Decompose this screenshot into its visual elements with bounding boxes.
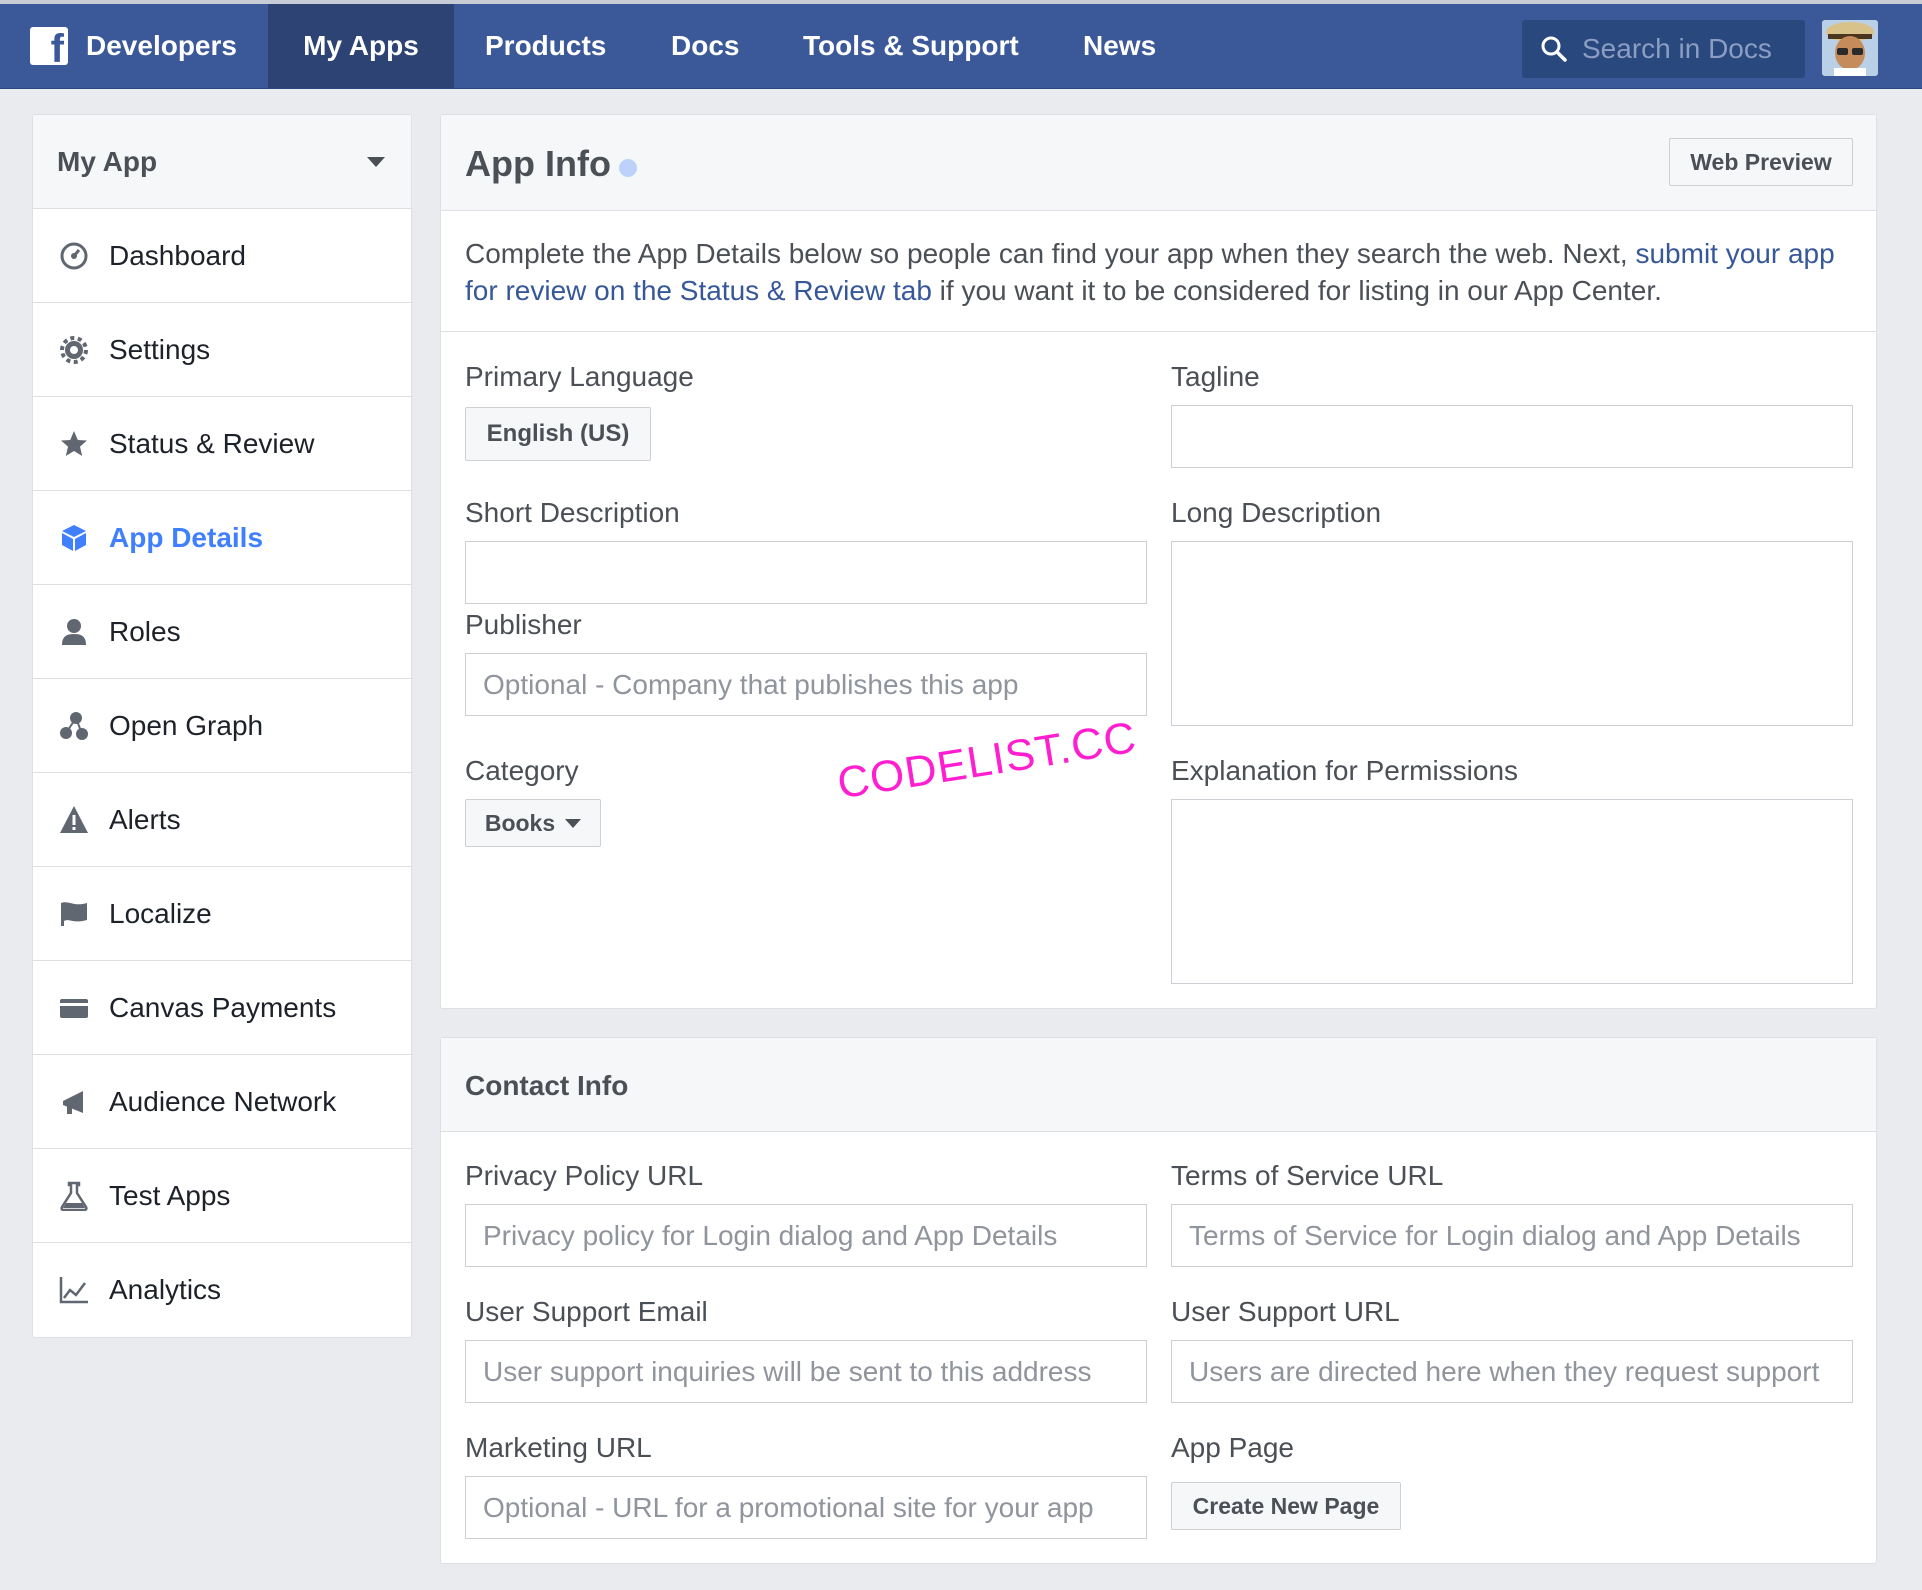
sidebar-item-open-graph[interactable]: Open Graph <box>33 679 411 773</box>
developers-home-link[interactable]: f Developers <box>30 26 237 66</box>
cube-icon <box>59 523 89 553</box>
sidebar-item-label: Dashboard <box>109 239 246 271</box>
flag-icon <box>59 899 89 929</box>
search-input[interactable] <box>1582 33 1792 65</box>
nav-news[interactable]: News <box>1083 4 1156 88</box>
open-graph-icon <box>59 711 89 741</box>
long-description-label: Long Description <box>1171 497 1382 528</box>
star-icon <box>59 429 89 459</box>
divider <box>441 331 1876 332</box>
contact-info-panel: Contact Info Privacy Policy URL Terms of… <box>440 1037 1877 1564</box>
sidebar-item-label: Alerts <box>109 803 181 835</box>
dashboard-icon <box>59 241 89 271</box>
facebook-logo-icon: f <box>30 27 68 65</box>
chevron-down-icon <box>565 818 582 828</box>
terms-of-service-label: Terms of Service URL <box>1171 1160 1444 1191</box>
gear-icon <box>59 335 89 365</box>
publisher-input[interactable] <box>465 653 1147 716</box>
avatar-image-icon <box>1822 20 1878 76</box>
short-description-input[interactable] <box>465 541 1147 604</box>
megaphone-icon <box>59 1087 89 1117</box>
sidebar-item-label: Test Apps <box>109 1179 231 1211</box>
chevron-down-icon <box>367 157 385 167</box>
app-name: My App <box>57 145 158 177</box>
nav-products[interactable]: Products <box>485 4 606 88</box>
sidebar-item-label: Localize <box>109 897 212 929</box>
privacy-policy-input[interactable] <box>465 1204 1147 1267</box>
sidebar-item-audience-network[interactable]: Audience Network <box>33 1055 411 1149</box>
sidebar-item-label: Status & Review <box>109 427 315 459</box>
sidebar-item-label: Canvas Payments <box>109 991 337 1023</box>
user-support-email-input[interactable] <box>465 1340 1147 1403</box>
privacy-policy-label: Privacy Policy URL <box>465 1160 704 1191</box>
intro-text-end: if you want it to be considered for list… <box>931 275 1662 306</box>
sidebar-item-status-review[interactable]: Status & Review <box>33 397 411 491</box>
primary-language-button[interactable]: English (US) <box>465 407 651 461</box>
nav-docs[interactable]: Docs <box>671 4 739 88</box>
nav-tools-support[interactable]: Tools & Support <box>803 4 1019 88</box>
contact-info-header: Contact Info <box>441 1038 1876 1132</box>
app-info-panel: App Info Web Preview Complete the App De… <box>440 114 1877 1009</box>
warning-icon <box>59 805 89 835</box>
user-avatar[interactable] <box>1822 20 1878 76</box>
web-preview-button[interactable]: Web Preview <box>1669 138 1853 186</box>
sidebar-item-analytics[interactable]: Analytics <box>33 1243 411 1337</box>
person-icon <box>59 617 89 647</box>
sidebar-item-localize[interactable]: Localize <box>33 867 411 961</box>
section-title: Contact Info <box>465 1070 629 1101</box>
sidebar-item-settings[interactable]: Settings <box>33 303 411 397</box>
terms-of-service-input[interactable] <box>1171 1204 1853 1267</box>
sidebar-item-label: Analytics <box>109 1274 222 1305</box>
sidebar-item-label: Roles <box>109 615 181 647</box>
user-support-url-label: User Support URL <box>1171 1296 1400 1327</box>
credit-card-icon <box>59 993 89 1023</box>
chart-icon <box>59 1275 89 1305</box>
intro-text: Complete the App Details below so people… <box>465 235 1865 309</box>
app-info-header: App Info Web Preview <box>441 115 1876 211</box>
status-dot-icon <box>619 159 637 177</box>
sidebar-item-label: Open Graph <box>109 709 264 741</box>
tagline-input[interactable] <box>1171 405 1853 468</box>
sidebar-item-label: Audience Network <box>109 1085 337 1117</box>
tagline-label: Tagline <box>1171 361 1260 392</box>
category-label: Category <box>465 755 579 786</box>
publisher-label: Publisher <box>465 609 582 640</box>
create-new-page-button[interactable]: Create New Page <box>1171 1482 1401 1530</box>
permissions-textarea[interactable] <box>1171 799 1853 984</box>
sidebar-item-app-details[interactable]: App Details <box>33 491 411 585</box>
app-page-label: App Page <box>1171 1432 1294 1463</box>
nav-my-apps[interactable]: My Apps <box>268 4 454 88</box>
user-support-url-input[interactable] <box>1171 1340 1853 1403</box>
sidebar-item-dashboard[interactable]: Dashboard <box>33 209 411 303</box>
marketing-url-input[interactable] <box>465 1476 1147 1539</box>
search-box[interactable] <box>1522 20 1805 78</box>
search-icon <box>1541 36 1567 62</box>
short-description-label: Short Description <box>465 497 680 528</box>
sidebar-item-alerts[interactable]: Alerts <box>33 773 411 867</box>
intro-text-start: Complete the App Details below so people… <box>465 238 1636 269</box>
top-navigation-bar: f Developers My Apps Products Docs Tools… <box>0 0 1922 89</box>
sidebar-item-roles[interactable]: Roles <box>33 585 411 679</box>
flask-icon <box>59 1181 89 1211</box>
app-selector[interactable]: My App <box>33 115 411 209</box>
page-title: App Info <box>465 143 611 184</box>
marketing-url-label: Marketing URL <box>465 1432 652 1463</box>
primary-language-label: Primary Language <box>465 361 694 392</box>
sidebar-item-canvas-payments[interactable]: Canvas Payments <box>33 961 411 1055</box>
long-description-textarea[interactable] <box>1171 541 1853 726</box>
brand-label: Developers <box>86 30 237 61</box>
app-sidebar: My App Dashboard Settings Status & Revie… <box>32 114 412 1338</box>
permissions-label: Explanation for Permissions <box>1171 755 1519 786</box>
sidebar-item-label: Settings <box>109 333 211 365</box>
sidebar-item-label: App Details <box>109 521 264 553</box>
category-value: Books <box>484 809 556 836</box>
category-dropdown[interactable]: Books <box>465 799 601 847</box>
sidebar-item-test-apps[interactable]: Test Apps <box>33 1149 411 1243</box>
user-support-email-label: User Support Email <box>465 1296 708 1327</box>
